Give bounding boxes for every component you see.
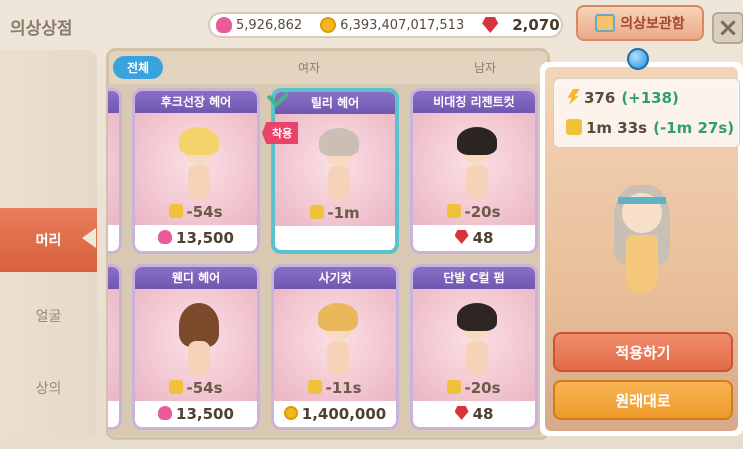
heart-currency: 5,926,862 xyxy=(210,17,302,33)
page-title: 의상상점 xyxy=(10,19,73,39)
item-character-preview xyxy=(315,126,363,210)
sidebar-item-label: 상의 xyxy=(35,381,62,397)
item-price: 13,500 xyxy=(135,405,257,423)
sidebar-item-label: 얼굴 xyxy=(35,309,62,325)
currency-bar: 5,926,862 6,393,407,017,513 2,070 xyxy=(208,12,563,38)
heart-icon xyxy=(216,17,232,33)
clock-icon xyxy=(447,380,462,394)
equipped-badge: 착용 xyxy=(262,122,299,144)
lightning-icon xyxy=(567,89,580,105)
clock-icon xyxy=(310,205,325,219)
sidebar-pointer-icon xyxy=(82,228,96,248)
item-card[interactable]: 사기컷 -11s 1,400,000 xyxy=(271,264,399,430)
item-character-preview xyxy=(175,301,223,385)
item-card-partial[interactable] xyxy=(108,264,122,430)
clock-icon xyxy=(169,380,184,394)
storage-label: 의상보관함 xyxy=(620,16,685,32)
pin-icon xyxy=(627,48,649,70)
revert-button[interactable]: 원래대로 xyxy=(553,380,733,420)
clock-icon xyxy=(308,380,323,394)
item-name: 사기컷 xyxy=(274,267,396,289)
item-card-partial[interactable] xyxy=(108,88,122,254)
item-card[interactable]: 웬디 헤어 -54s 13,500 xyxy=(132,264,260,430)
energy-stat: 376 (+138) xyxy=(566,89,679,107)
clock-icon xyxy=(447,204,462,218)
item-name: 후크선장 헤어 xyxy=(135,91,257,113)
item-character-preview xyxy=(314,301,362,385)
item-time-bonus: -20s xyxy=(413,379,535,397)
sidebar-item-top[interactable]: 상의 xyxy=(0,356,97,420)
preview-character xyxy=(612,185,672,305)
coin-icon xyxy=(320,17,337,33)
ruby-amount: 2,070 xyxy=(512,16,560,34)
tab-female[interactable]: 여자 xyxy=(298,59,320,76)
item-card-selected[interactable]: 릴리 헤어 -1m xyxy=(271,88,399,254)
item-character-preview xyxy=(175,125,223,209)
clock-icon xyxy=(566,119,582,135)
tab-male[interactable]: 남자 xyxy=(474,59,496,76)
costume-storage-button[interactable]: 의상보관함 xyxy=(576,5,704,41)
apply-button[interactable]: 적용하기 xyxy=(553,332,733,372)
ruby-currency: 2,070 xyxy=(476,16,560,34)
item-time-bonus: -20s xyxy=(413,203,535,221)
item-character-preview xyxy=(453,301,501,385)
close-button[interactable]: × xyxy=(712,12,743,44)
shop-screen: 의상상점 5,926,862 6,393,407,017,513 2,070 의… xyxy=(0,0,743,449)
item-card[interactable]: 후크선장 헤어 -54s 13,500 xyxy=(132,88,260,254)
coin-currency: 6,393,407,017,513 xyxy=(314,17,464,33)
ruby-icon xyxy=(482,17,499,33)
item-time-bonus: -54s xyxy=(135,203,257,221)
item-price: 48 xyxy=(413,229,535,247)
item-price: 13,500 xyxy=(135,229,257,247)
storage-box-icon xyxy=(595,14,616,32)
heart-icon xyxy=(158,406,173,420)
item-price: 1,400,000 xyxy=(274,405,396,423)
coin-amount: 6,393,407,017,513 xyxy=(340,17,465,33)
item-name: 웬디 헤어 xyxy=(135,267,257,289)
clock-icon xyxy=(169,204,184,218)
sidebar-item-face[interactable]: 얼굴 xyxy=(0,284,97,348)
item-card[interactable]: 비대칭 리젠트컷 -20s 48 xyxy=(410,88,538,254)
item-name: 비대칭 리젠트컷 xyxy=(413,91,535,113)
item-character-preview xyxy=(453,125,501,209)
item-grid: 후크선장 헤어 -54s 13,500 릴리 헤어 -1m 비대칭 리젠트컷 -… xyxy=(108,84,542,436)
coin-icon xyxy=(283,406,298,420)
stats-box: 376 (+138) 1m 33s (-1m 27s) xyxy=(553,78,740,148)
filter-tabs: 전체 여자 남자 xyxy=(108,54,548,80)
ruby-icon xyxy=(454,406,469,420)
time-stat: 1m 33s (-1m 27s) xyxy=(566,119,734,137)
item-time-bonus: -11s xyxy=(274,379,396,397)
heart-amount: 5,926,862 xyxy=(236,17,303,33)
item-card[interactable]: 단발 C컬 펌 -20s 48 xyxy=(410,264,538,430)
item-time-bonus: -54s xyxy=(135,379,257,397)
tab-all[interactable]: 전체 xyxy=(113,55,164,79)
sidebar-item-label: 머리 xyxy=(35,233,62,249)
sidebar-item-empty xyxy=(0,58,97,122)
item-price: 48 xyxy=(413,405,535,423)
item-name: 릴리 헤어 xyxy=(275,92,395,114)
item-name: 단발 C컬 펌 xyxy=(413,267,535,289)
ruby-icon xyxy=(454,230,469,244)
item-time-bonus: -1m xyxy=(275,204,395,222)
heart-icon xyxy=(158,230,173,244)
